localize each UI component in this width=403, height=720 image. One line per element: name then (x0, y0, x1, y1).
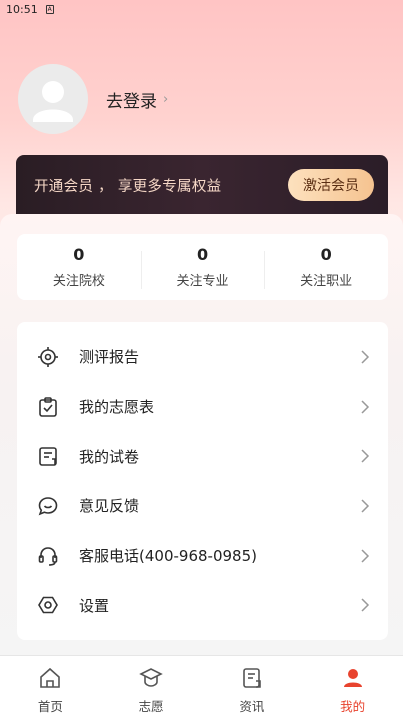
tab-label: 资讯 (239, 699, 265, 714)
menu-item-settings[interactable]: 设置 (17, 580, 388, 630)
chevron-right-icon (361, 400, 370, 414)
news-icon (240, 666, 264, 690)
graduation-cap-icon (139, 666, 163, 690)
clipboard-check-icon (37, 396, 59, 418)
home-icon (38, 666, 62, 690)
tab-label: 我的 (340, 699, 366, 714)
stat-followed-schools[interactable]: 0 关注院校 (17, 245, 141, 289)
tab-home[interactable]: 首页 (0, 656, 101, 720)
stat-count: 0 (73, 245, 85, 264)
target-icon (37, 346, 59, 368)
chat-bubble-icon (37, 495, 59, 517)
menu-list: 测评报告 我的志愿表 我的试卷 意见反馈 客服电话(400-968-0985) … (17, 322, 388, 640)
chevron-right-icon (361, 598, 370, 612)
settings-hexagon-icon (37, 594, 59, 616)
chevron-right-icon (361, 499, 370, 513)
follow-stats: 0 关注院校 0 关注专业 0 关注职业 (17, 234, 388, 300)
menu-item-label: 测评报告 (79, 348, 140, 367)
menu-item-customer-service[interactable]: 客服电话(400-968-0985) (17, 531, 388, 581)
headset-icon (37, 545, 59, 567)
stat-label: 关注院校 (52, 274, 105, 289)
tab-mine[interactable]: 我的 (302, 656, 403, 720)
menu-item-assessment-report[interactable]: 测评报告 (17, 332, 388, 382)
chevron-right-icon (361, 350, 370, 364)
menu-item-my-application-form[interactable]: 我的志愿表 (17, 382, 388, 432)
vip-banner[interactable]: 开通会员 ， 享更多专属权益 激活会员 (16, 155, 388, 215)
chevron-right-icon (361, 549, 370, 563)
status-bar: 10:51 A (0, 0, 403, 18)
avatar[interactable] (18, 64, 88, 134)
menu-item-label: 客服电话(400-968-0985) (79, 547, 257, 566)
document-icon (37, 445, 59, 467)
stat-followed-careers[interactable]: 0 关注职业 (264, 245, 388, 289)
menu-item-label: 意见反馈 (79, 497, 140, 516)
chevron-right-icon: › (163, 91, 169, 107)
menu-item-label: 我的试卷 (79, 447, 140, 466)
stat-followed-majors[interactable]: 0 关注专业 (140, 245, 265, 289)
stat-label: 关注专业 (176, 274, 229, 289)
bottom-tab-bar: 首页 志愿 资讯 我的 (0, 655, 403, 720)
status-time: 10:51 (6, 2, 38, 16)
user-icon (341, 666, 365, 690)
tab-news[interactable]: 资讯 (202, 656, 303, 720)
default-avatar-icon (33, 81, 73, 122)
stat-count: 0 (196, 245, 209, 264)
stat-label: 关注职业 (300, 274, 353, 289)
activate-vip-button[interactable]: 激活会员 (288, 169, 374, 201)
vip-promo-text: 开通会员 ， 享更多专属权益 (34, 178, 222, 195)
menu-item-label: 设置 (79, 596, 110, 615)
stat-count: 0 (320, 245, 332, 264)
sim-icon: A (45, 4, 54, 14)
tab-label: 首页 (37, 699, 63, 714)
tab-application[interactable]: 志愿 (101, 656, 202, 720)
menu-item-my-exams[interactable]: 我的试卷 (17, 431, 388, 481)
profile-login[interactable]: 去登录 › (18, 64, 168, 134)
menu-item-feedback[interactable]: 意见反馈 (17, 481, 388, 531)
tab-label: 志愿 (138, 699, 164, 714)
menu-item-label: 我的志愿表 (79, 398, 155, 417)
chevron-right-icon (361, 449, 370, 463)
login-link[interactable]: 去登录 (106, 87, 157, 112)
